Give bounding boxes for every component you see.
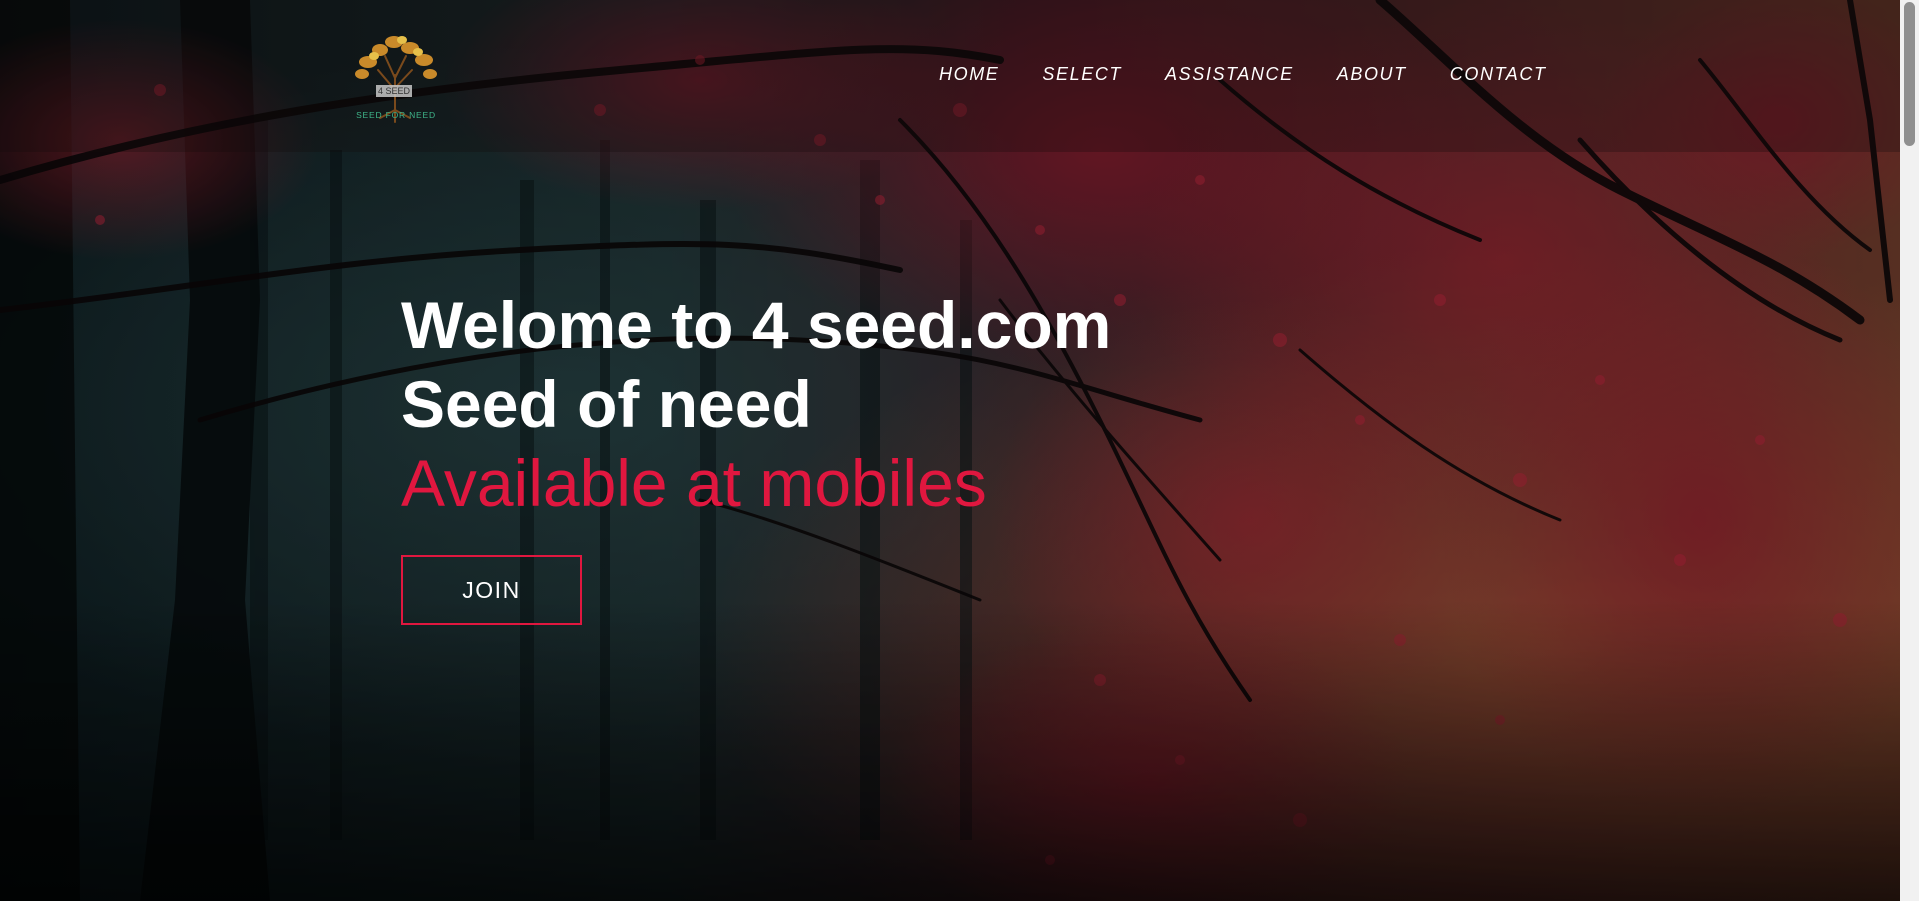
hero-subheading-mobile: Available at mobiles <box>401 446 987 520</box>
logo-tagline: SEED FOR NEED <box>356 110 436 120</box>
nav-home-link[interactable]: HOME <box>939 64 999 85</box>
page: 4 SEED SEED FOR NEED HOME SELECT ASSISTA… <box>0 0 1919 901</box>
nav-select-link[interactable]: SELECT <box>1042 64 1122 85</box>
main-nav: HOME SELECT ASSISTANCE ABOUT CONTACT <box>939 64 1590 85</box>
nav-about-link[interactable]: ABOUT <box>1337 64 1407 85</box>
join-button[interactable]: JOIN <box>401 555 582 625</box>
nav-assistance-link[interactable]: ASSISTANCE <box>1165 64 1294 85</box>
logo-badge: 4 SEED <box>376 85 412 97</box>
hero-heading-tagline: Seed of need <box>401 367 812 441</box>
nav-contact-link[interactable]: CONTACT <box>1450 64 1547 85</box>
vertical-scrollbar[interactable] <box>1900 0 1919 901</box>
scrollbar-thumb[interactable] <box>1904 2 1915 146</box>
hero-text: Welome to 4 seed.com Seed of need Availa… <box>401 286 1111 523</box>
hero-heading-welcome: Welome to 4 seed.com <box>401 288 1112 362</box>
